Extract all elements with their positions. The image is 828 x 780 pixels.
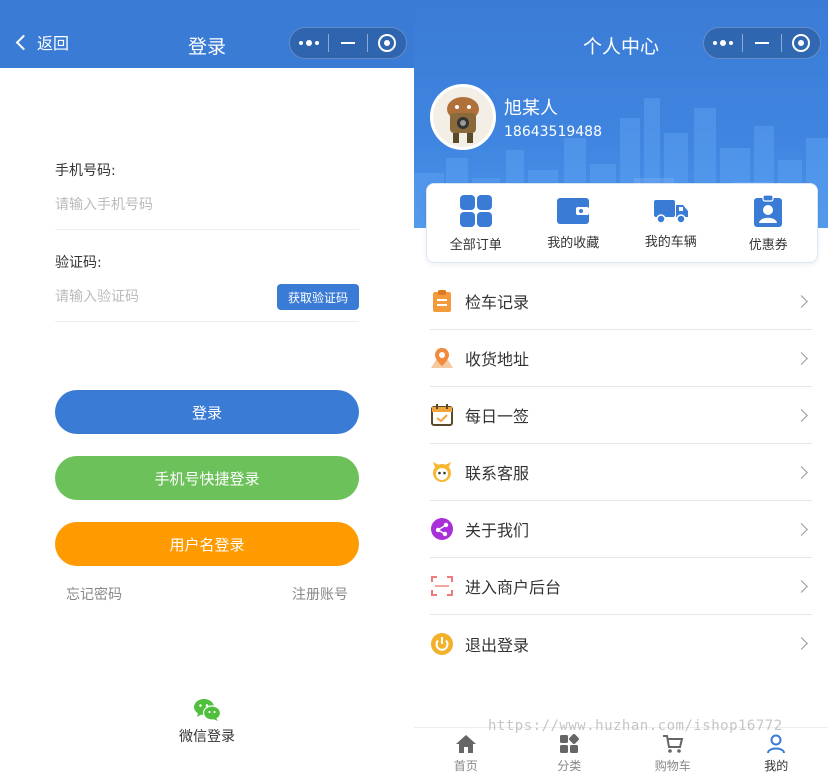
quick-label: 全部订单 bbox=[449, 237, 502, 253]
minimize-button-2[interactable] bbox=[743, 28, 781, 58]
get-code-button[interactable]: 获取验证码 bbox=[277, 284, 359, 310]
quick-label: 我的车辆 bbox=[644, 234, 697, 250]
chevron-right-icon bbox=[795, 294, 808, 308]
power-icon bbox=[430, 632, 454, 656]
wechat-icon bbox=[194, 699, 221, 721]
menu-logout[interactable]: 退出登录 bbox=[430, 615, 812, 672]
chevron-right-icon bbox=[795, 408, 808, 422]
menu-label: 每日一签 bbox=[465, 407, 530, 426]
phone-label: 手机号码: bbox=[55, 163, 116, 179]
target-icon bbox=[792, 34, 810, 52]
tab-category[interactable]: 分类 bbox=[518, 728, 622, 780]
more-dots-icon bbox=[713, 40, 733, 46]
mini-program-capsule-2 bbox=[703, 27, 821, 59]
chevron-right-icon bbox=[795, 465, 808, 479]
chevron-right-icon bbox=[795, 637, 808, 650]
menu-customer-service[interactable]: 联系客服 bbox=[430, 444, 812, 501]
quick-label: 我的收藏 bbox=[547, 235, 600, 251]
tab-label: 分类 bbox=[557, 759, 582, 773]
map-pin-icon bbox=[430, 346, 454, 370]
username-login-button[interactable]: 用户名登录 bbox=[55, 522, 359, 566]
clipboard-icon bbox=[430, 289, 454, 313]
app-screens: 返回 登录 手机号码: 验证码: bbox=[0, 0, 828, 780]
user-name: 旭某人 bbox=[504, 98, 558, 119]
auth-links: 忘记密码 注册账号 bbox=[66, 584, 348, 604]
menu-about-us[interactable]: 关于我们 bbox=[430, 501, 812, 558]
quick-coupons[interactable]: 优惠券 bbox=[720, 184, 818, 262]
menu-label: 检车记录 bbox=[465, 293, 530, 312]
register-link[interactable]: 注册账号 bbox=[292, 584, 348, 604]
quick-favorites[interactable]: 我的收藏 bbox=[525, 184, 623, 262]
tab-cart[interactable]: 购物车 bbox=[621, 728, 725, 780]
chevron-right-icon bbox=[795, 351, 808, 365]
grid-icon bbox=[459, 194, 492, 227]
tab-label: 购物车 bbox=[654, 759, 691, 773]
menu-label: 关于我们 bbox=[465, 521, 530, 540]
close-capsule-button-2[interactable] bbox=[782, 28, 820, 58]
quick-all-orders[interactable]: 全部订单 bbox=[427, 184, 525, 262]
cart-icon bbox=[662, 735, 684, 753]
more-dots-icon bbox=[299, 40, 319, 46]
code-input[interactable] bbox=[55, 288, 265, 305]
forgot-password-link[interactable]: 忘记密码 bbox=[66, 584, 122, 604]
quick-label: 优惠券 bbox=[748, 237, 788, 253]
avatar-image bbox=[433, 87, 493, 147]
more-button[interactable] bbox=[290, 28, 328, 58]
avatar[interactable] bbox=[430, 84, 496, 150]
phone-quick-login-button[interactable]: 手机号快捷登录 bbox=[55, 456, 359, 500]
more-button-2[interactable] bbox=[704, 28, 742, 58]
profile-menu: 检车记录 收货地址 每日一签 联系客服 关于我们 进入商户后台 退出登录 bbox=[430, 273, 812, 672]
profile-screen: 个人中心 旭某人 18643519488 全部订单 我的收藏 我的车辆 优惠券 … bbox=[414, 0, 828, 780]
minus-icon bbox=[341, 42, 355, 44]
mini-program-capsule bbox=[289, 27, 407, 59]
chevron-right-icon bbox=[795, 522, 808, 536]
category-icon bbox=[560, 734, 580, 753]
menu-inspection-records[interactable]: 检车记录 bbox=[430, 273, 812, 330]
wallet-icon bbox=[557, 197, 590, 224]
login-screen: 返回 登录 手机号码: 验证码: bbox=[0, 0, 414, 780]
user-phone: 18643519488 bbox=[504, 124, 602, 140]
wechat-login-button[interactable]: 微信登录 bbox=[160, 698, 254, 746]
badge-icon bbox=[754, 193, 783, 227]
close-capsule-button[interactable] bbox=[368, 28, 406, 58]
code-label: 验证码: bbox=[55, 255, 102, 271]
menu-daily-checkin[interactable]: 每日一签 bbox=[430, 387, 812, 444]
truck-icon bbox=[653, 199, 688, 224]
share-icon bbox=[430, 517, 454, 541]
tab-mine[interactable]: 我的 bbox=[725, 728, 828, 780]
user-icon bbox=[767, 734, 786, 754]
minimize-button[interactable] bbox=[329, 28, 367, 58]
phone-row bbox=[55, 180, 359, 230]
wechat-login-label: 微信登录 bbox=[179, 729, 235, 745]
tab-label: 我的 bbox=[764, 759, 789, 773]
tab-home[interactable]: 首页 bbox=[414, 728, 518, 780]
menu-label: 联系客服 bbox=[465, 464, 530, 483]
quick-actions-card: 全部订单 我的收藏 我的车辆 优惠券 bbox=[426, 183, 818, 263]
calendar-check-icon bbox=[430, 403, 454, 427]
code-row: 获取验证码 bbox=[55, 272, 359, 322]
login-navbar: 返回 登录 bbox=[0, 0, 414, 68]
menu-merchant-backend[interactable]: 进入商户后台 bbox=[430, 558, 812, 615]
bottom-tab-bar: 首页 分类 购物车 我的 bbox=[414, 727, 828, 780]
minus-icon bbox=[755, 42, 769, 44]
target-icon bbox=[378, 34, 396, 52]
login-form: 手机号码: 验证码: 获取验证码 bbox=[55, 160, 359, 322]
tab-label: 首页 bbox=[453, 759, 478, 773]
menu-shipping-address[interactable]: 收货地址 bbox=[430, 330, 812, 387]
home-icon bbox=[455, 735, 476, 753]
phone-input[interactable] bbox=[55, 196, 359, 213]
watermark-text: https://www.huzhan.com/ishop16772 bbox=[488, 718, 783, 734]
menu-label: 进入商户后台 bbox=[465, 578, 562, 597]
customer-service-icon bbox=[430, 460, 454, 484]
menu-label: 收货地址 bbox=[465, 350, 530, 369]
quick-my-vehicles[interactable]: 我的车辆 bbox=[622, 184, 720, 262]
chevron-right-icon bbox=[795, 579, 808, 593]
menu-label: 退出登录 bbox=[465, 635, 530, 655]
scan-icon bbox=[430, 574, 454, 598]
login-button[interactable]: 登录 bbox=[55, 390, 359, 434]
